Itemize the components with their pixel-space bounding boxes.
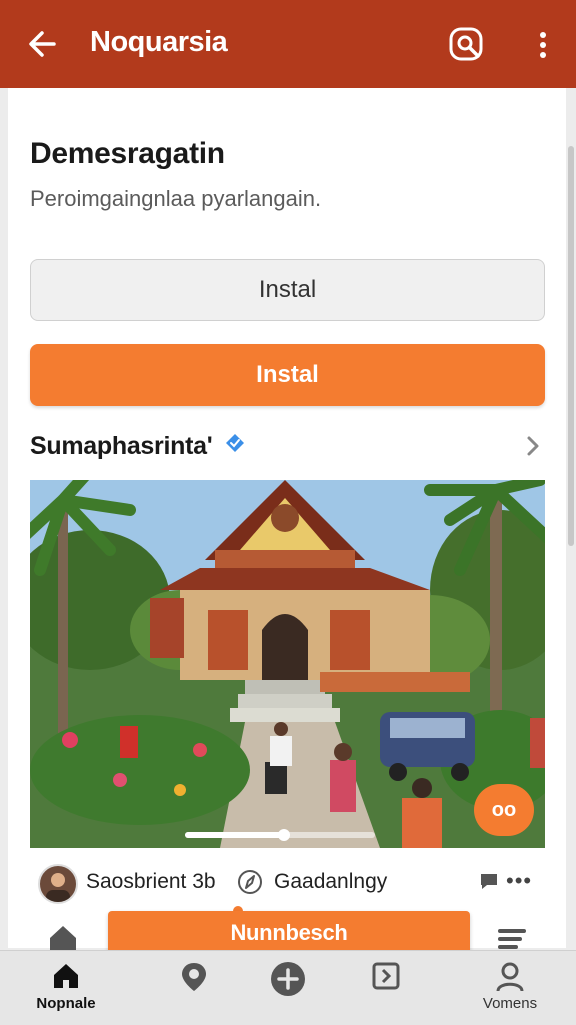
nav-item-page[interactable]	[338, 951, 434, 1025]
page-subtext: Peroimgaingnlaa pyarlangain.	[30, 186, 322, 211]
floating-action-bar[interactable]: Nunnbesch	[108, 911, 470, 955]
author-avatar[interactable]	[38, 864, 78, 904]
home-shape-icon	[50, 926, 76, 950]
traditional-house-scene	[30, 480, 545, 848]
nav-item-location[interactable]	[146, 951, 242, 1025]
add-circle-icon	[271, 962, 305, 996]
home-icon	[54, 964, 78, 988]
profile-icon	[496, 962, 524, 992]
nav-label-profile: Vomens	[482, 995, 538, 1012]
search-icon[interactable]	[448, 26, 486, 64]
location-pin-icon	[182, 963, 206, 991]
nav-label-home: Nopnale	[36, 995, 96, 1012]
more-vertical-icon[interactable]	[532, 26, 554, 64]
arrow-back-icon[interactable]	[26, 26, 58, 62]
comment-icon[interactable]	[478, 870, 500, 892]
compass-icon	[238, 870, 262, 894]
post-location[interactable]: Gaadanlngy	[274, 870, 387, 894]
install-secondary-button[interactable]: Instal	[30, 259, 545, 321]
author-name[interactable]: Saosbrient 3b	[86, 870, 216, 894]
section-title: Sumaphasrinta'	[30, 432, 213, 460]
video-progress-knob[interactable]	[277, 829, 290, 841]
page-heading: Demesragatin	[30, 137, 225, 170]
verified-badge-icon	[226, 434, 244, 452]
media-badge[interactable]: oo	[474, 784, 534, 836]
menu-lines-icon	[498, 929, 526, 949]
nav-item-home[interactable]: Nopnale	[18, 951, 114, 1025]
nav-item-profile[interactable]: Vomens	[462, 951, 558, 1025]
post-meta-row: Saosbrient 3b Gaadanlngy •••	[30, 858, 545, 906]
app-bar: Noquarsia	[0, 0, 576, 88]
scrollbar[interactable]	[568, 146, 574, 546]
nav-item-add[interactable]	[240, 951, 336, 1025]
app-title: Noquarsia	[90, 26, 228, 58]
video-progress-fill	[185, 832, 284, 838]
chevron-right-icon[interactable]	[522, 434, 544, 458]
post-more-button[interactable]: •••	[506, 868, 532, 894]
post-image[interactable]	[30, 480, 545, 848]
video-progress-bar[interactable]	[185, 829, 375, 841]
page-icon	[372, 962, 400, 990]
install-primary-button[interactable]: Instal	[30, 344, 545, 406]
bottom-navigation: Nopnale Vomens	[0, 950, 576, 1025]
